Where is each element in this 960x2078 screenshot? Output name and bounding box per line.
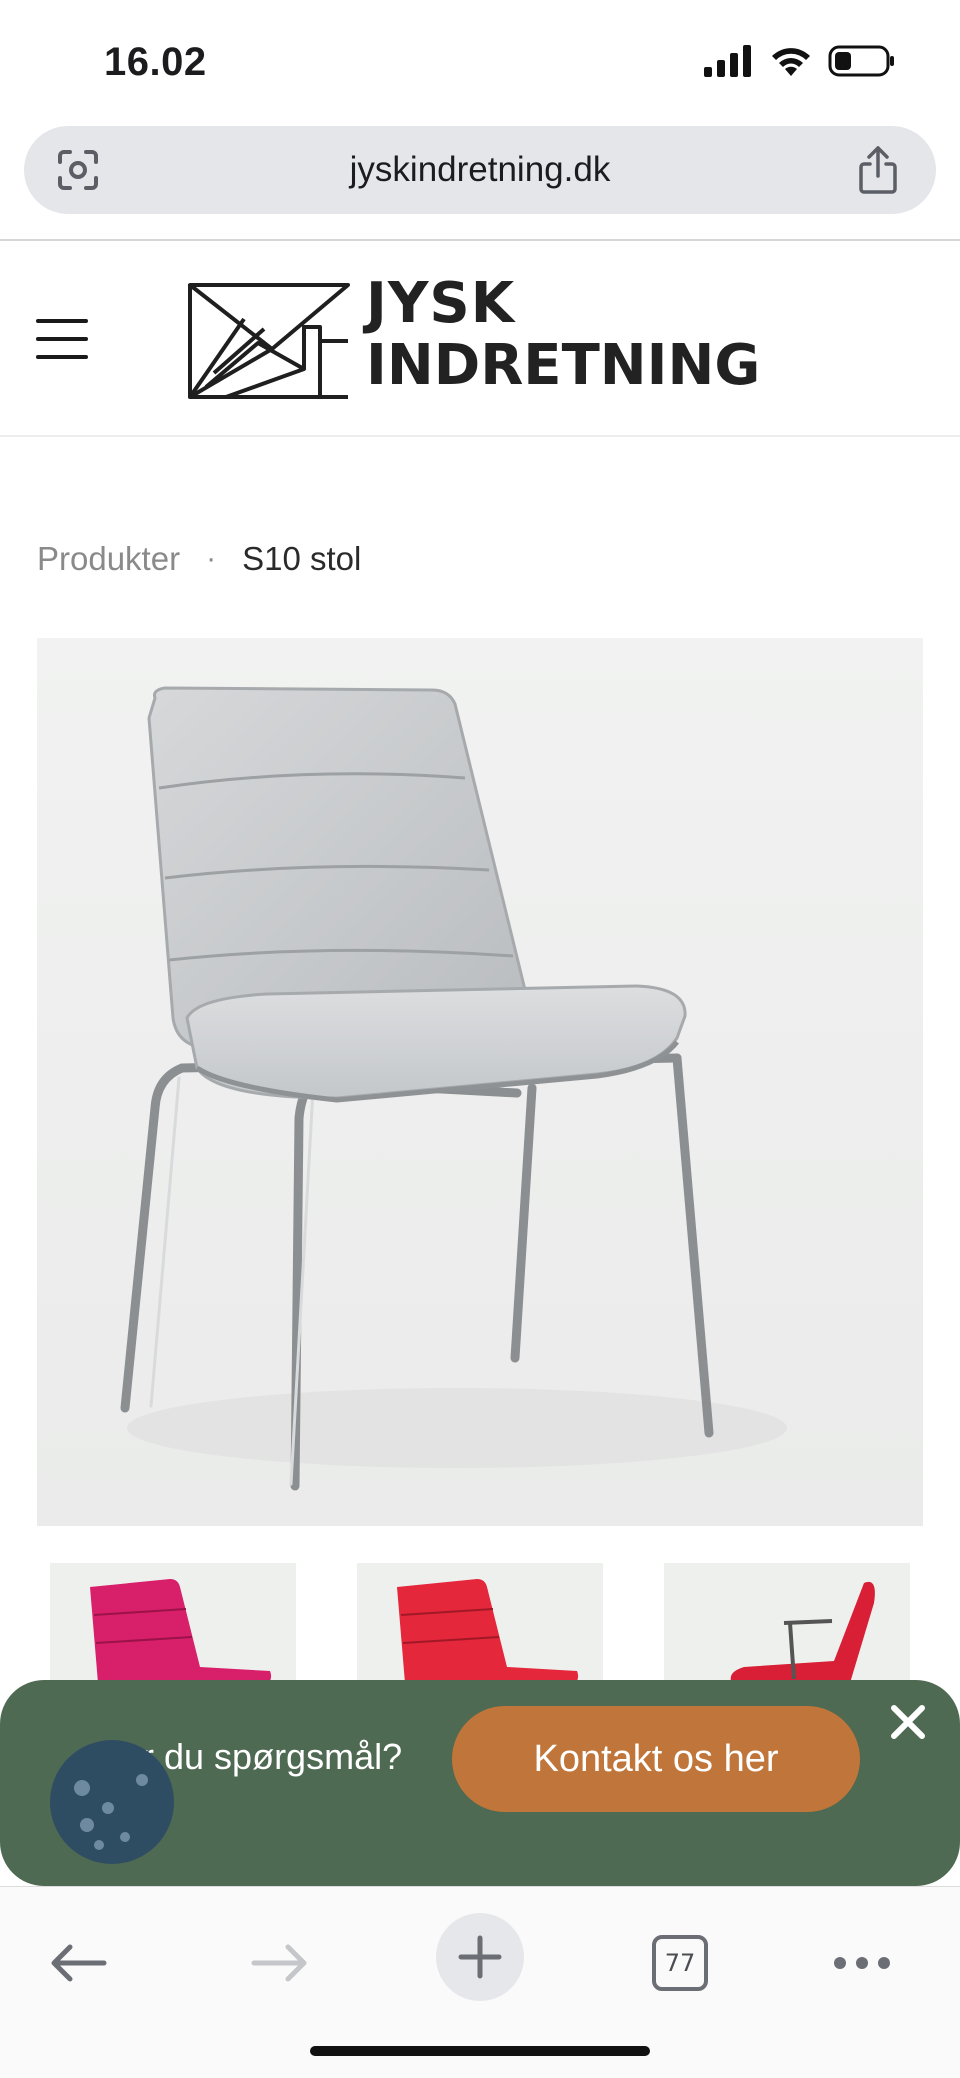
battery-icon bbox=[828, 45, 894, 77]
status-icons bbox=[704, 44, 896, 78]
breadcrumb-produkter[interactable]: Produkter bbox=[37, 540, 180, 578]
breadcrumb-current: S10 stol bbox=[242, 540, 362, 577]
share-icon[interactable] bbox=[854, 144, 902, 196]
logo-line-2: INDRETNING bbox=[366, 333, 761, 398]
home-indicator bbox=[310, 2046, 650, 2056]
back-button[interactable] bbox=[38, 1923, 118, 2003]
new-tab-button[interactable] bbox=[436, 1913, 524, 2001]
cellular-signal-icon bbox=[704, 45, 751, 77]
status-time: 16.02 bbox=[104, 40, 207, 84]
logo-mark[interactable] bbox=[186, 271, 352, 401]
plus-icon bbox=[458, 1935, 502, 1979]
forward-button[interactable] bbox=[240, 1923, 320, 2003]
more-dots-icon bbox=[834, 1957, 890, 1969]
breadcrumb-separator: · bbox=[206, 542, 217, 575]
chair-illustration bbox=[120, 686, 787, 1491]
contact-button[interactable]: Kontakt os her bbox=[452, 1706, 860, 1812]
product-main-image[interactable] bbox=[37, 638, 923, 1526]
cookie-settings-icon[interactable] bbox=[50, 1740, 174, 1864]
breadcrumb: Produkter · S10 stol bbox=[37, 540, 361, 578]
url-text[interactable]: jyskindretning.dk bbox=[24, 150, 936, 190]
logo-wordmark[interactable]: JYSK INDRETNING bbox=[366, 273, 760, 397]
status-bar: 16.02 bbox=[0, 0, 960, 120]
site-header: JYSK INDRETNING bbox=[0, 241, 960, 437]
hamburger-menu-icon[interactable] bbox=[36, 319, 88, 359]
tabs-button[interactable]: 77 bbox=[652, 1935, 708, 1991]
back-arrow-icon bbox=[51, 1944, 107, 1982]
wifi-icon bbox=[772, 48, 810, 76]
forward-arrow-icon bbox=[251, 1944, 307, 1982]
logo-line-1: JYSK bbox=[366, 271, 516, 336]
more-button[interactable] bbox=[822, 1923, 902, 2003]
close-icon[interactable] bbox=[886, 1700, 930, 1744]
address-bar[interactable]: jyskindretning.dk bbox=[24, 126, 936, 214]
